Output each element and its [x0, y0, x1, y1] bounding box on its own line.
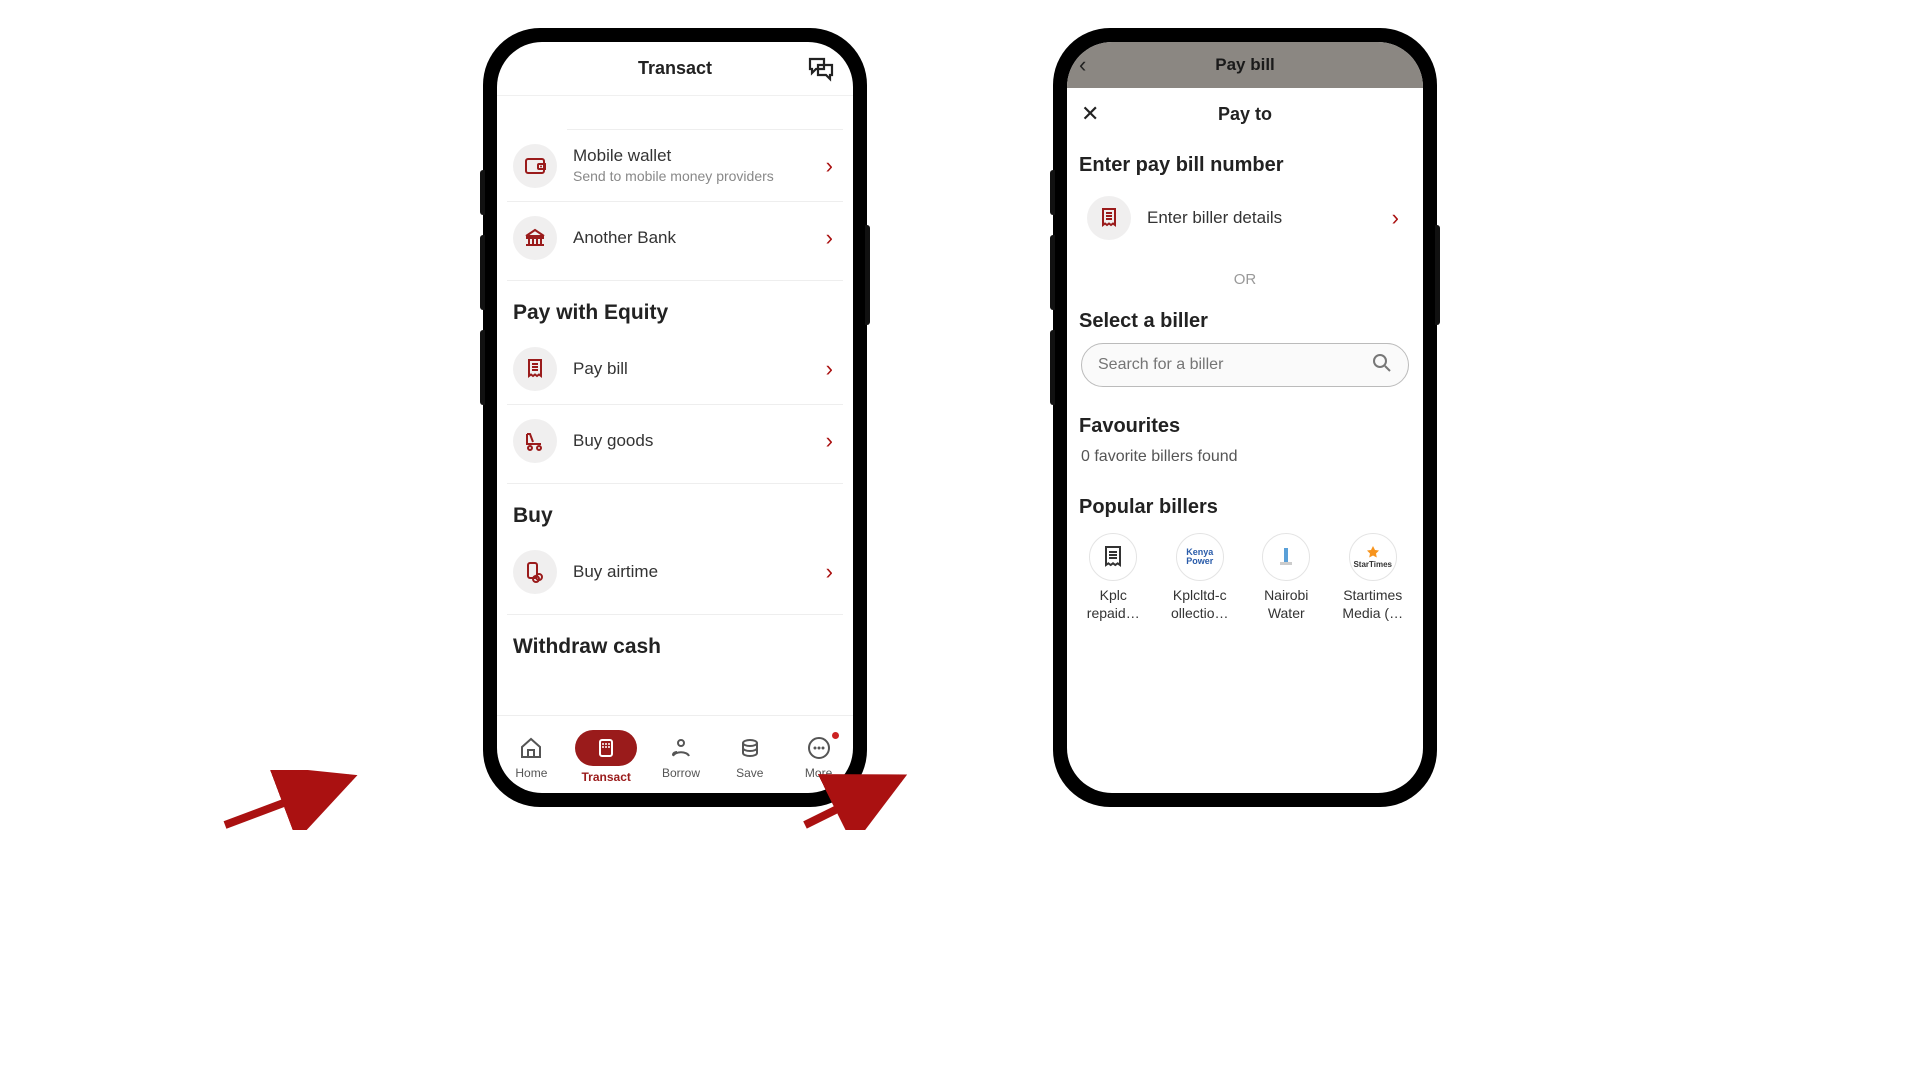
tab-home[interactable]: Home [506, 734, 556, 780]
row-buy-goods[interactable]: Buy goods › [507, 405, 843, 477]
favourites-count: 0 favorite billers found [1081, 448, 1409, 466]
row-pay-bill[interactable]: Pay bill › [507, 333, 843, 405]
row-title: Mobile wallet [573, 146, 810, 166]
wallet-icon [513, 144, 557, 188]
biller-startimes[interactable]: StarTimes Startimes Media (… [1337, 533, 1410, 622]
row-enter-biller-details[interactable]: Enter biller details › [1081, 187, 1409, 249]
biller-name: Kplc repaid… [1077, 587, 1150, 622]
section-buy: Buy [507, 484, 843, 536]
tab-borrow[interactable]: Borrow [656, 734, 706, 780]
save-icon [736, 734, 764, 762]
enter-paybill-label: Enter pay bill number [1079, 154, 1409, 177]
chevron-right-icon: › [826, 153, 833, 179]
row-mobile-wallet[interactable]: Mobile wallet Send to mobile money provi… [507, 130, 843, 202]
row-title: Pay bill [573, 359, 810, 379]
tab-label: Save [736, 766, 763, 780]
startimes-logo-icon: StarTimes [1349, 533, 1397, 581]
phone-transact: Transact Mobile wallet Send to mobile mo… [485, 30, 865, 805]
biller-kplcltd-collections[interactable]: KenyaPower Kplcltd-c ollectio… [1164, 533, 1237, 622]
tab-label: Transact [582, 770, 631, 784]
search-input[interactable] [1098, 356, 1362, 374]
biller-name: Startimes Media (… [1337, 587, 1410, 622]
chevron-right-icon: › [1392, 205, 1399, 231]
close-icon[interactable]: ✕ [1081, 101, 1099, 127]
popular-billers-label: Popular billers [1079, 496, 1409, 519]
biller-nairobi-water[interactable]: Nairobi Water [1250, 533, 1323, 622]
section-pay-with-equity: Pay with Equity [507, 281, 843, 333]
back-icon[interactable]: ‹ [1079, 52, 1086, 78]
tab-more[interactable]: More [794, 734, 844, 780]
chat-icon[interactable] [807, 56, 835, 87]
partial-row-cutoff [567, 96, 843, 130]
tab-transact[interactable]: Transact [575, 730, 637, 784]
select-biller-label: Select a biller [1079, 310, 1409, 333]
more-icon [805, 734, 833, 762]
favourites-label: Favourites [1079, 415, 1409, 438]
search-biller-field[interactable] [1081, 343, 1409, 387]
transact-icon [575, 730, 637, 766]
tab-save[interactable]: Save [725, 734, 775, 780]
sheet-header: ✕ Pay to [1067, 88, 1423, 140]
popular-billers-row: Kplc repaid… KenyaPower Kplcltd-c ollect… [1077, 533, 1409, 622]
row-buy-airtime[interactable]: Buy airtime › [507, 536, 843, 608]
receipt-icon [513, 347, 557, 391]
tab-label: Home [515, 766, 547, 780]
chevron-right-icon: › [826, 559, 833, 585]
receipt-icon [1087, 196, 1131, 240]
row-title: Buy goods [573, 431, 810, 451]
kenya-power-logo-icon: KenyaPower [1176, 533, 1224, 581]
notification-dot-icon [832, 732, 839, 739]
receipt-icon [1089, 533, 1137, 581]
row-title: Enter biller details [1147, 208, 1376, 228]
biller-name: Kplcltd-c ollectio… [1164, 587, 1237, 622]
row-subtitle: Send to mobile money providers [573, 168, 810, 186]
tab-label: More [805, 766, 832, 780]
bottom-tabbar: Home Transact Borrow [497, 715, 853, 793]
phone-coins-icon [513, 550, 557, 594]
phone-paybill: ‹ Pay bill ✕ Pay to Enter pay bill numbe… [1055, 30, 1435, 805]
nairobi-water-logo-icon [1262, 533, 1310, 581]
search-icon [1372, 353, 1392, 378]
or-divider: OR [1081, 271, 1409, 288]
biller-kplc-prepaid[interactable]: Kplc repaid… [1077, 533, 1150, 622]
row-title: Another Bank [573, 228, 810, 248]
biller-name: Nairobi Water [1250, 587, 1323, 622]
tab-label: Borrow [662, 766, 700, 780]
sheet-title: Pay to [1218, 104, 1272, 125]
chevron-right-icon: › [826, 225, 833, 251]
row-title: Buy airtime [573, 562, 810, 582]
transact-header: Transact [497, 42, 853, 96]
borrow-icon [667, 734, 695, 762]
page-title: Transact [638, 58, 712, 79]
cart-icon [513, 419, 557, 463]
row-another-bank[interactable]: Another Bank › [507, 202, 843, 274]
chevron-right-icon: › [826, 356, 833, 382]
section-withdraw-cash: Withdraw cash [507, 615, 843, 667]
home-icon [517, 734, 545, 762]
paybill-topbar: ‹ Pay bill [1067, 42, 1423, 88]
page-title: Pay bill [1215, 55, 1275, 75]
bank-icon [513, 216, 557, 260]
chevron-right-icon: › [826, 428, 833, 454]
